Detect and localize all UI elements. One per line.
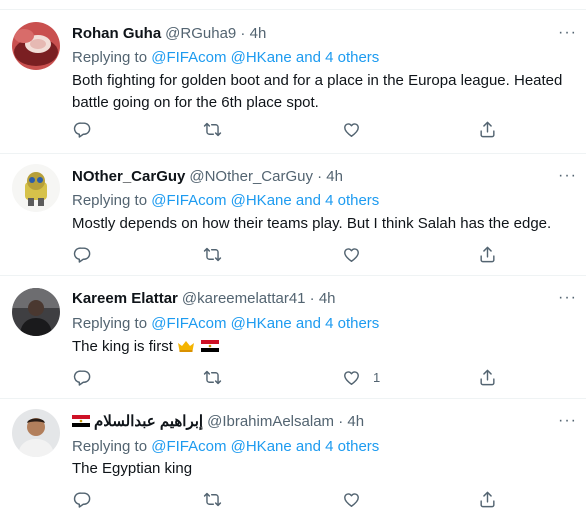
avatar[interactable] <box>12 164 60 212</box>
mention-fifacom[interactable]: @FIFAcom <box>151 438 226 455</box>
replying-prefix: Replying to <box>72 49 148 66</box>
like-button[interactable] <box>342 490 373 509</box>
egypt-flag-emoji <box>201 340 220 352</box>
avatar[interactable] <box>12 288 60 336</box>
author-name[interactable]: NOther_CarGuy <box>72 168 185 185</box>
tweet-text: Both fighting for golden boot and for a … <box>72 72 563 111</box>
retweet-icon <box>203 245 222 264</box>
mention-fifacom[interactable]: @FIFAcom <box>151 49 226 66</box>
more-icon[interactable]: ··· <box>558 413 576 432</box>
reply-button[interactable] <box>73 368 92 387</box>
author-handle-time[interactable]: @kareemelattar41 · 4h <box>182 290 336 307</box>
share-button[interactable] <box>478 120 497 139</box>
reply-icon <box>73 120 92 139</box>
retweet-icon <box>203 368 222 387</box>
mention-hkane[interactable]: @HKane <box>231 315 292 332</box>
mention-joiner[interactable]: and <box>296 315 321 332</box>
replying-to: Replying to @FIFAcom @HKane and 4 others <box>72 48 379 68</box>
replying-prefix: Replying to <box>72 192 148 209</box>
share-button[interactable] <box>478 368 497 387</box>
reply-icon <box>73 490 92 509</box>
share-button[interactable] <box>478 490 497 509</box>
mention-others[interactable]: 4 others <box>325 192 379 209</box>
mention-hkane[interactable]: @HKane <box>231 49 292 66</box>
like-count: 1 <box>373 370 381 385</box>
replying-to: Replying to @FIFAcom @HKane and 4 others <box>72 437 379 457</box>
mention-others[interactable]: 4 others <box>325 438 379 455</box>
tweet-text: The Egyptian king <box>72 460 193 477</box>
mention-joiner[interactable]: and <box>296 49 321 66</box>
reply-button[interactable] <box>73 245 92 264</box>
replying-to: Replying to @FIFAcom @HKane and 4 others <box>72 314 379 334</box>
mention-others[interactable]: 4 others <box>325 49 379 66</box>
tweet-text: Mostly depends on how their teams play. … <box>72 215 552 232</box>
mention-fifacom[interactable]: @FIFAcom <box>151 315 226 332</box>
mention-joiner[interactable]: and <box>296 438 321 455</box>
author-row: Kareem Elattar @kareemelattar41 · 4h <box>72 289 336 309</box>
reply-icon <box>73 245 92 264</box>
mention-hkane[interactable]: @HKane <box>231 438 292 455</box>
retweet-icon <box>203 120 222 139</box>
avatar[interactable] <box>12 409 60 457</box>
heart-icon <box>342 490 361 509</box>
replying-prefix: Replying to <box>72 438 148 455</box>
tweet[interactable]: NOther_CarGuy @NOther_CarGuy · 4h ··· Rep… <box>0 154 586 276</box>
share-icon <box>478 245 497 264</box>
like-button[interactable] <box>342 245 373 264</box>
share-icon <box>478 120 497 139</box>
like-button[interactable] <box>342 120 373 139</box>
author-handle-time[interactable]: @RGuha9 · 4h <box>165 25 266 42</box>
egypt-flag-emoji <box>72 415 90 427</box>
tweet[interactable]: إبراهيم عبدالسلام @IbrahimAelsalam · 4h ·… <box>0 399 586 502</box>
heart-icon <box>342 245 361 264</box>
tweet-text-row: The king is first <box>72 336 572 358</box>
more-icon[interactable]: ··· <box>558 168 576 187</box>
retweet-button[interactable] <box>203 245 222 264</box>
mention-fifacom[interactable]: @FIFAcom <box>151 192 226 209</box>
retweet-button[interactable] <box>203 120 222 139</box>
reply-button[interactable] <box>73 490 92 509</box>
like-button[interactable]: 1 <box>342 368 380 387</box>
avatar[interactable] <box>12 22 60 70</box>
author-row: NOther_CarGuy @NOther_CarGuy · 4h <box>72 167 343 187</box>
retweet-icon <box>203 490 222 509</box>
crown-emoji <box>178 341 195 352</box>
author-row: إبراهيم عبدالسلام @IbrahimAelsalam · 4h <box>72 412 364 432</box>
share-button[interactable] <box>478 245 497 264</box>
reply-button[interactable] <box>73 120 92 139</box>
mention-others[interactable]: 4 others <box>325 315 379 332</box>
author-row: Rohan Guha @RGuha9 · 4h <box>72 24 266 44</box>
retweet-button[interactable] <box>203 368 222 387</box>
author-handle-time[interactable]: @NOther_CarGuy · 4h <box>189 168 343 185</box>
heart-icon <box>342 368 361 387</box>
retweet-button[interactable] <box>203 490 222 509</box>
more-icon[interactable]: ··· <box>558 290 576 309</box>
tweet[interactable]: Kareem Elattar @kareemelattar41 · 4h ··· … <box>0 276 586 399</box>
replying-prefix: Replying to <box>72 315 148 332</box>
more-icon[interactable]: ··· <box>558 25 576 44</box>
reply-icon <box>73 368 92 387</box>
author-name[interactable]: Rohan Guha <box>72 25 161 42</box>
author-handle-time[interactable]: @IbrahimAelsalam · 4h <box>207 413 364 430</box>
author-name[interactable]: Kareem Elattar <box>72 290 178 307</box>
mention-hkane[interactable]: @HKane <box>231 192 292 209</box>
tweet[interactable]: Rohan Guha @RGuha9 · 4h ··· Replying to @… <box>0 10 586 154</box>
author-name[interactable]: إبراهيم عبدالسلام <box>94 413 203 430</box>
replying-to: Replying to @FIFAcom @HKane and 4 others <box>72 191 379 211</box>
tweet-text: The king is first <box>72 338 173 355</box>
share-icon <box>478 368 497 387</box>
mention-joiner[interactable]: and <box>296 192 321 209</box>
heart-icon <box>342 120 361 139</box>
share-icon <box>478 490 497 509</box>
